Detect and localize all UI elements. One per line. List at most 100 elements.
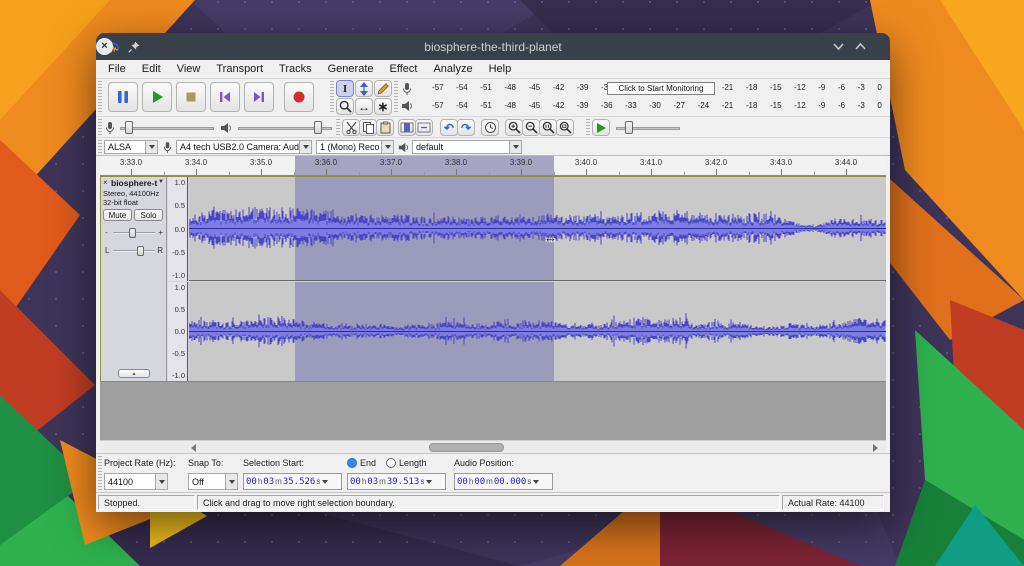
menu-item[interactable]: File <box>100 63 134 75</box>
menu-item[interactable]: Transport <box>208 63 271 75</box>
vertical-scale-ruler-left[interactable]: 1.00.50.0-0.5-1.0 <box>168 177 188 281</box>
menu-item[interactable]: Analyze <box>425 63 480 75</box>
maximize-button[interactable] <box>855 41 866 52</box>
timeline-ruler[interactable]: 3:33.03:34.03:35.03:36.03:37.03:38.03:39… <box>100 156 886 176</box>
audio-position-time[interactable]: 00h 00m 00.000s <box>454 473 553 490</box>
slider-thumb[interactable] <box>129 228 136 238</box>
copy-button[interactable] <box>359 119 377 136</box>
play-button[interactable] <box>142 82 172 112</box>
fit-selection-button[interactable] <box>539 119 557 136</box>
menu-item[interactable]: View <box>169 63 209 75</box>
silence-audio-button[interactable] <box>415 119 433 136</box>
redo-button[interactable]: ↷ <box>457 119 475 136</box>
recording-volume-slider[interactable] <box>120 119 214 136</box>
track-area-background[interactable] <box>100 382 886 440</box>
slider-thumb[interactable] <box>125 121 133 134</box>
transport-toolbar-handle[interactable] <box>98 81 102 114</box>
time-format-arrow-icon[interactable] <box>426 480 432 487</box>
time-shift-tool-button[interactable]: ↔ <box>355 98 373 115</box>
stop-button[interactable] <box>176 82 206 112</box>
sync-lock-button[interactable] <box>481 119 499 136</box>
track-format-line2: 32-bit float <box>103 198 138 207</box>
trim-audio-button[interactable] <box>398 119 416 136</box>
paste-button[interactable] <box>376 119 394 136</box>
meter-scale-number: -9 <box>818 101 825 110</box>
recording-meter-mic-icon[interactable] <box>402 82 412 96</box>
selection-end-time[interactable]: 00h 03m 39.513s <box>347 473 446 490</box>
undo-button[interactable]: ↶ <box>440 119 458 136</box>
pause-button[interactable] <box>108 82 138 112</box>
play-speed-slider[interactable] <box>616 119 680 136</box>
zoom-out-button[interactable] <box>522 119 540 136</box>
time-format-arrow-icon[interactable] <box>533 480 539 487</box>
skip-to-end-button[interactable] <box>244 82 274 112</box>
menu-item[interactable]: Effect <box>382 63 426 75</box>
multi-tool-button[interactable]: ∗ <box>374 98 392 115</box>
mute-button[interactable]: Mute <box>103 209 132 221</box>
length-radio[interactable] <box>386 458 396 468</box>
menu-item[interactable]: Generate <box>320 63 382 75</box>
envelope-tool-button[interactable] <box>355 80 373 97</box>
slider-thumb[interactable] <box>625 121 633 134</box>
monitor-button[interactable]: Click to Start Monitoring <box>607 82 715 95</box>
close-button[interactable]: × <box>96 38 113 55</box>
length-radio-label[interactable]: Length <box>399 458 427 468</box>
menu-item[interactable]: Help <box>481 63 520 75</box>
draw-tool-button[interactable] <box>374 80 392 97</box>
record-button[interactable] <box>284 82 314 112</box>
meter-scale-number: -57 <box>432 101 444 110</box>
tools-toolbar-handle[interactable] <box>330 81 334 114</box>
meter-scale-number: -45 <box>529 101 541 110</box>
cut-button[interactable] <box>342 119 360 136</box>
slider-thumb[interactable] <box>314 121 322 134</box>
end-radio[interactable] <box>347 458 357 468</box>
zoom-in-button[interactable] <box>505 119 523 136</box>
playback-meter-scale[interactable]: -57-54-51-48-45-42-39-36-33-30-27-24-21-… <box>432 98 882 113</box>
selection-toolbar-handle[interactable] <box>98 456 102 490</box>
zoom-tool-button[interactable] <box>336 98 354 115</box>
track-control-panel[interactable]: × biosphere-t ▼ Stereo, 44100Hz 32-bit f… <box>101 177 167 381</box>
selection-tool-button[interactable]: I <box>336 80 354 97</box>
time-format-arrow-icon[interactable] <box>322 480 328 487</box>
menu-item[interactable]: Tracks <box>271 63 320 75</box>
playback-volume-slider[interactable] <box>238 119 332 136</box>
device-toolbar-handle[interactable] <box>98 140 102 153</box>
meter-toolbar-handle[interactable] <box>394 81 398 114</box>
track-menu-arrow-icon[interactable]: ▼ <box>158 179 164 185</box>
track-format-line1: Stereo, 44100Hz <box>103 189 159 198</box>
fit-project-button[interactable] <box>556 119 574 136</box>
solo-button[interactable]: Solo <box>134 209 163 221</box>
scrollbar-thumb[interactable] <box>429 443 504 452</box>
audio-host-select[interactable]: ALSA <box>104 140 158 154</box>
scroll-right-arrow[interactable] <box>872 443 882 452</box>
end-radio-label[interactable]: End <box>360 458 376 468</box>
scroll-left-arrow[interactable] <box>186 443 196 452</box>
track-collapse-button[interactable]: ▲ <box>118 369 150 378</box>
menu-item[interactable]: Edit <box>134 63 169 75</box>
playback-device-select[interactable]: default <box>412 140 522 154</box>
recording-channels-select[interactable]: 1 (Mono) Reco <box>316 140 394 154</box>
project-rate-select[interactable]: 44100 <box>104 473 168 490</box>
titlebar[interactable]: biosphere-the-third-planet × <box>96 33 890 60</box>
vertical-scale-ruler-right[interactable]: 1.00.50.0-0.5-1.0 <box>168 282 188 381</box>
track-title[interactable]: biosphere-t <box>111 178 157 188</box>
waveform-channel-left[interactable] <box>189 177 886 281</box>
track-gain-slider[interactable]: - + <box>103 227 165 239</box>
snap-to-select[interactable]: Off <box>188 473 238 490</box>
play-at-speed-button[interactable] <box>592 119 610 136</box>
slider-thumb[interactable] <box>137 246 144 256</box>
recording-device-select[interactable]: A4 tech USB2.0 Camera: Audio (h <box>176 140 312 154</box>
minimize-button[interactable] <box>833 41 844 52</box>
edit-toolbar-handle[interactable] <box>336 119 340 135</box>
skip-to-start-button[interactable] <box>210 82 240 112</box>
selection-start-time[interactable]: 00h 03m 35.526s <box>243 473 342 490</box>
mixer-toolbar-handle[interactable] <box>98 119 102 135</box>
timeline-minor-tick <box>489 172 490 175</box>
playback-meter-speaker-icon[interactable] <box>401 100 413 112</box>
horizontal-scrollbar[interactable] <box>100 440 886 453</box>
waveform-channel-right[interactable] <box>189 282 886 381</box>
play-speed-toolbar-handle[interactable] <box>586 119 590 135</box>
meter-scale-number: 0 <box>877 101 881 110</box>
track-pan-slider[interactable]: L R <box>103 245 165 257</box>
track-close-button[interactable]: × <box>103 178 108 187</box>
